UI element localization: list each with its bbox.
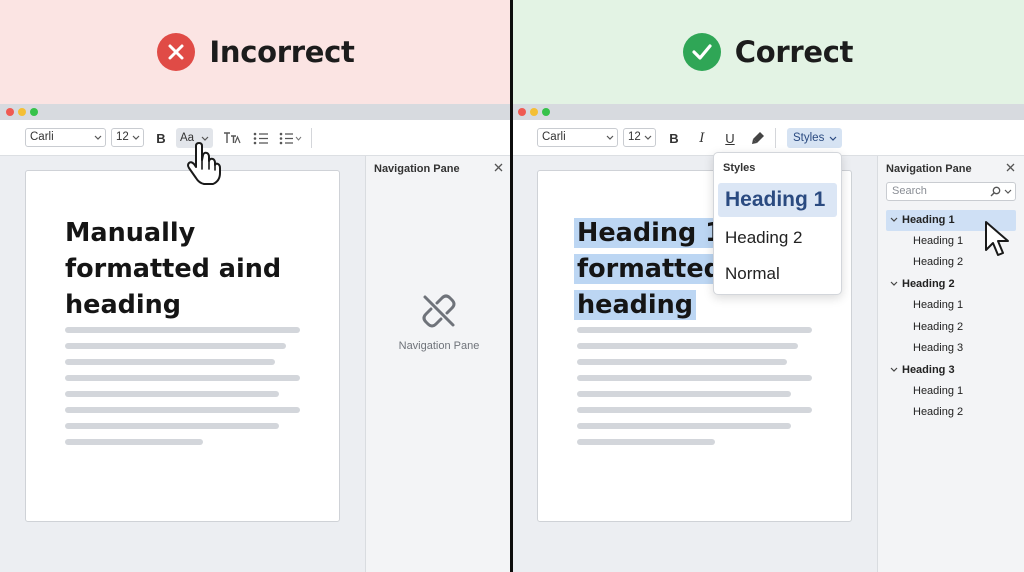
styles-button[interactable]: Styles (787, 128, 842, 148)
chevron-down-icon[interactable] (890, 281, 898, 286)
bold-button[interactable]: B (154, 128, 168, 148)
nav-subheading[interactable]: Heading 2 (913, 317, 963, 338)
formatting-toolbar: Carli 12 B I U Styles (512, 120, 1024, 156)
chevron-down-icon (94, 135, 102, 140)
chevron-down-icon[interactable] (1004, 189, 1012, 194)
styles-dropdown-menu: Styles Heading 1 Heading 2 Normal (713, 152, 842, 295)
chevron-down-icon (829, 136, 837, 141)
document-page[interactable]: Manually formatted aind heading (25, 170, 340, 522)
toolbar-divider (775, 128, 776, 148)
italic-button[interactable]: I (695, 128, 709, 148)
style-option-heading-2[interactable]: Heading 2 (718, 221, 837, 255)
nav-subheading[interactable]: Heading 1 (913, 295, 963, 316)
styled-heading[interactable]: Heading 1 formatted heading (574, 215, 726, 323)
comparison-divider (510, 0, 513, 572)
chevron-down-icon[interactable] (890, 367, 898, 372)
chevron-down-icon (606, 135, 614, 140)
nav-search-input[interactable]: Search (886, 182, 1016, 201)
styles-menu-title: Styles (723, 162, 756, 174)
broken-link-icon (422, 294, 456, 328)
maximize-window-button[interactable] (30, 108, 38, 116)
chevron-down-icon (201, 136, 209, 141)
minimize-window-button[interactable] (18, 108, 26, 116)
chevron-down-icon (644, 135, 652, 140)
nav-subheading[interactable]: Heading 2 (913, 252, 963, 273)
font-size-select[interactable]: 12 (111, 128, 144, 147)
nav-pane-title: Navigation Pane (374, 163, 460, 175)
correct-banner: Correct (512, 0, 1024, 104)
document-workspace: Manually formatted aind heading Navigati… (0, 156, 512, 572)
nav-pane-empty-label: Navigation Pane (398, 340, 480, 352)
arrow-cursor-icon (985, 221, 1009, 256)
maximize-window-button[interactable] (542, 108, 550, 116)
close-window-button[interactable] (518, 108, 526, 116)
close-icon[interactable] (1006, 163, 1015, 172)
search-icon[interactable] (990, 186, 1001, 197)
incorrect-panel: Incorrect Carli 12 B Aa Manually formatt… (0, 0, 512, 572)
window-titlebar (0, 104, 512, 120)
numbered-list-icon[interactable] (279, 128, 303, 148)
minimize-window-button[interactable] (530, 108, 538, 116)
nav-pane-title: Navigation Pane (886, 163, 972, 175)
text-size-icon[interactable] (222, 128, 242, 148)
nav-subheading[interactable]: Heading 1 (913, 231, 963, 252)
banner-title: Correct (734, 35, 854, 69)
close-icon[interactable] (494, 163, 503, 172)
body-text-placeholder (65, 327, 300, 455)
nav-heading-3[interactable]: Heading 3 (886, 360, 1016, 381)
manual-heading[interactable]: Manually formatted aind heading (65, 215, 281, 323)
bold-button[interactable]: B (667, 128, 681, 148)
nav-heading-2[interactable]: Heading 2 (886, 274, 1016, 295)
incorrect-banner: Incorrect (0, 0, 512, 104)
style-option-heading-1[interactable]: Heading 1 (718, 183, 837, 217)
font-family-select[interactable]: Carli (537, 128, 618, 147)
close-window-button[interactable] (6, 108, 14, 116)
navigation-pane: Navigation Pane Navigation Pane (365, 156, 512, 572)
bullet-list-icon[interactable] (252, 128, 270, 148)
x-circle-icon (157, 33, 196, 71)
font-size-select[interactable]: 12 (623, 128, 656, 147)
toolbar-divider (311, 128, 312, 148)
check-circle-icon (682, 33, 721, 71)
chevron-down-icon (132, 135, 140, 140)
banner-title: Incorrect (209, 35, 355, 69)
underline-button[interactable]: U (723, 128, 737, 148)
hand-pointer-cursor-icon (187, 142, 221, 185)
font-family-select[interactable]: Carli (25, 128, 106, 147)
body-text-placeholder (577, 327, 812, 455)
chevron-down-icon[interactable] (890, 217, 898, 222)
window-titlebar (512, 104, 1024, 120)
nav-subheading[interactable]: Heading 1 (913, 381, 963, 402)
formatting-toolbar: Carli 12 B Aa (0, 120, 512, 156)
navigation-pane: Navigation Pane Search Heading 1 Heading… (877, 156, 1024, 572)
nav-subheading[interactable]: Heading 3 (913, 338, 963, 359)
correct-panel: Correct Carli 12 B I U Styles Heading 1 (512, 0, 1024, 572)
nav-subheading[interactable]: Heading 2 (913, 402, 963, 423)
highlighter-icon[interactable] (750, 128, 766, 148)
style-option-normal[interactable]: Normal (718, 257, 837, 291)
